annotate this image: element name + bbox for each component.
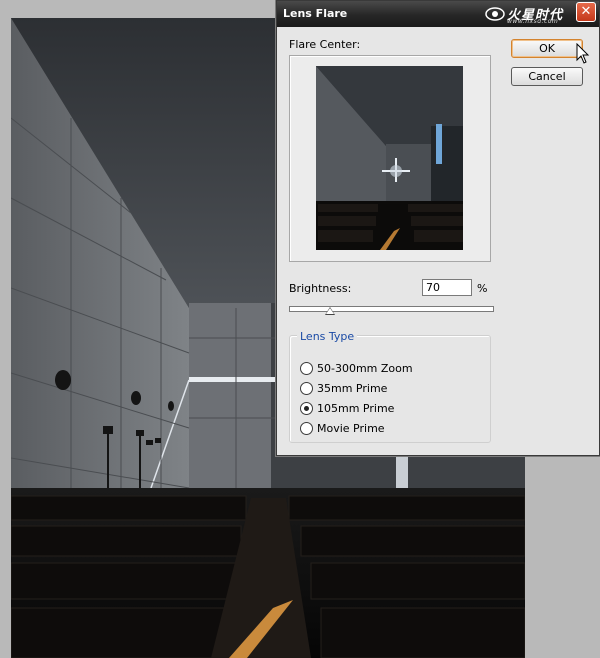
lens-type-legend: Lens Type: [297, 330, 358, 343]
radio-button[interactable]: [300, 382, 313, 395]
close-button[interactable]: ✕: [576, 2, 596, 22]
cancel-button[interactable]: Cancel: [511, 67, 583, 86]
lens-type-label: 35mm Prime: [317, 382, 388, 395]
lens-type-label: 50-300mm Zoom: [317, 362, 413, 375]
brightness-slider-track[interactable]: [289, 306, 494, 312]
close-icon: ✕: [580, 4, 592, 19]
flare-center-preview[interactable]: [316, 66, 463, 250]
flare-center-preview-frame: [289, 55, 491, 262]
dialog-titlebar[interactable]: Lens Flare 火星时代 www.hxsd.com ✕: [277, 1, 599, 27]
radio-button[interactable]: [300, 362, 313, 375]
lens-type-label: Movie Prime: [317, 422, 385, 435]
mouse-cursor-icon: [576, 43, 590, 64]
lens-type-label: 105mm Prime: [317, 402, 395, 415]
brightness-input[interactable]: [422, 279, 472, 296]
ok-button[interactable]: OK: [511, 39, 583, 58]
brightness-slider-thumb[interactable]: [325, 307, 335, 315]
brightness-unit: %: [477, 282, 488, 295]
watermark: 火星时代 www.hxsd.com: [485, 3, 575, 25]
lens-flare-dialog: Lens Flare 火星时代 www.hxsd.com ✕ Flare Cen…: [276, 0, 600, 456]
flare-center-label: Flare Center:: [289, 38, 361, 51]
radio-button[interactable]: [300, 422, 313, 435]
watermark-subtext: www.hxsd.com: [507, 18, 559, 25]
radio-button-selected[interactable]: [300, 402, 313, 415]
preview-thumbnail: [316, 66, 463, 250]
brightness-label: Brightness:: [289, 282, 352, 295]
dialog-title: Lens Flare: [283, 7, 348, 20]
watermark-logo-icon: [485, 7, 505, 21]
